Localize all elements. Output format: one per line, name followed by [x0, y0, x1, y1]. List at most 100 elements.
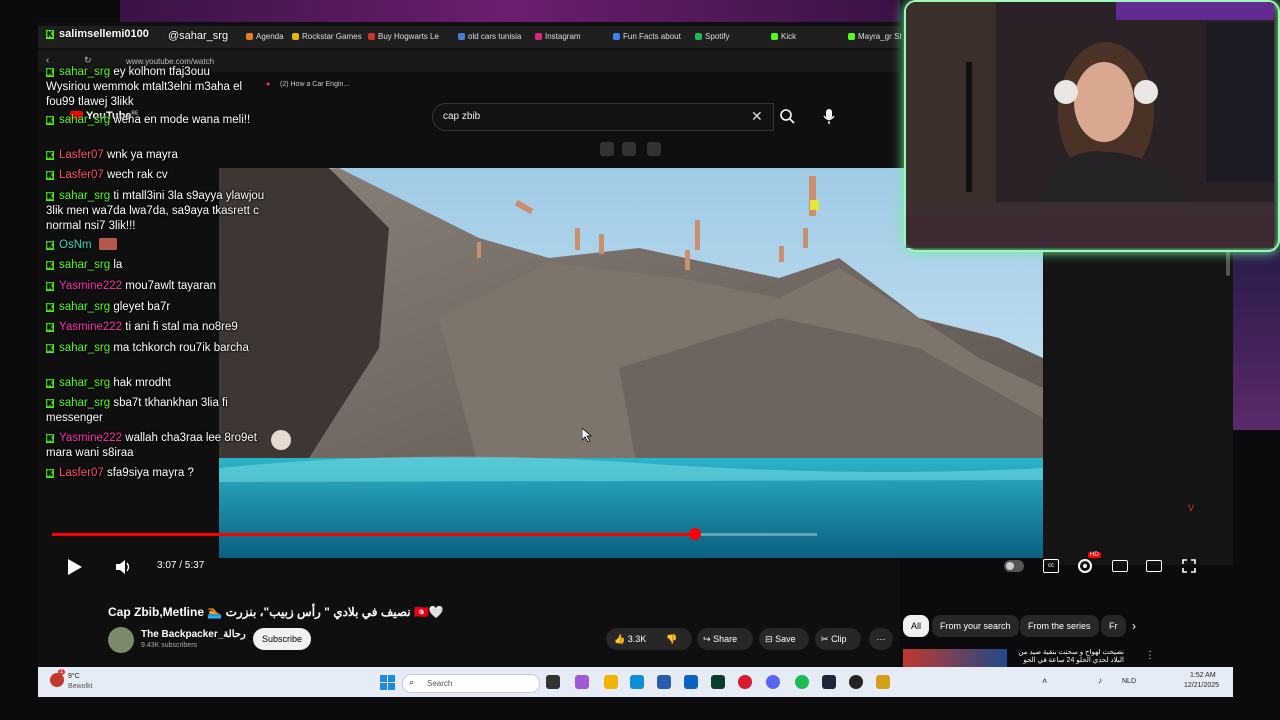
bookmark-item[interactable]: Fun Facts about — [613, 32, 681, 41]
search-input[interactable]: cap zbib ✕ — [432, 103, 774, 131]
next-video-title[interactable]: نصيحت لهواح و سحنت بنقية صيد من البلاد لح… — [1012, 649, 1124, 666]
theater-icon[interactable] — [647, 142, 661, 156]
taskbar-search-placeholder: Search — [427, 679, 453, 688]
miniplayer-icon[interactable] — [600, 142, 614, 156]
bookmark-item[interactable]: Rockstar Games — [292, 32, 362, 41]
more-actions-button[interactable]: ⋯ — [869, 628, 893, 650]
edge-icon[interactable] — [630, 675, 644, 689]
windows-taskbar: 1 9°C Bewolkt ⌕ Search ˄ ♪ NLD 1:52 AM 1… — [38, 667, 1233, 697]
bookmark-item[interactable]: Buy Hogwarts Le — [368, 32, 439, 41]
chat-message: K Yasmine222 mou7awlt tayaran — [46, 279, 266, 294]
bookmark-item[interactable]: Mayra_gr St — [848, 32, 902, 41]
kick-icon: K — [46, 151, 54, 160]
share-button[interactable]: ↪ Share — [697, 628, 753, 650]
chat-username: Lasfer07 — [59, 169, 104, 181]
microphone-icon — [823, 109, 835, 124]
fullscreen-icon[interactable] — [1181, 558, 1197, 574]
discord-icon[interactable] — [766, 675, 780, 689]
tray-chevron-icon[interactable]: ˄ — [1042, 676, 1047, 686]
progress-scrubber[interactable] — [689, 528, 701, 540]
spotify-icon[interactable] — [795, 675, 809, 689]
clock-date[interactable]: 12/21/2025 — [1184, 682, 1219, 689]
weather-badge: 1 — [58, 669, 66, 675]
bookmark-item[interactable]: Instagram — [535, 32, 581, 41]
bookmark-label: Spotify — [705, 32, 730, 41]
terminal-icon[interactable] — [711, 675, 725, 689]
outlook-icon[interactable] — [684, 675, 698, 689]
captions-icon[interactable]: cc — [1043, 559, 1059, 573]
settings-icon[interactable] — [1076, 557, 1094, 575]
bookmark-icon — [848, 33, 855, 40]
room-background — [1233, 250, 1280, 430]
chat-username: sahar_srg — [59, 114, 111, 126]
chat-username: sahar_srg — [59, 66, 111, 78]
clip-button[interactable]: ✂ Clip — [815, 628, 861, 650]
volume-tray-icon[interactable]: ♪ — [1098, 676, 1102, 685]
chat-username: Yasmine222 — [59, 432, 123, 444]
store-icon[interactable] — [657, 675, 671, 689]
bookmark-label: Kick — [781, 32, 797, 41]
recommendations-panel-bg — [1043, 250, 1233, 565]
task-view-icon[interactable] — [546, 675, 560, 689]
cast-icon[interactable] — [1146, 560, 1162, 572]
time-display: 3:07 / 5:37 — [157, 560, 205, 571]
chat-username: sahar_srg — [59, 397, 111, 409]
kick-icon: K — [46, 434, 54, 443]
chat-username: sahar_srg — [59, 190, 111, 202]
like-button[interactable]: 👍 3.3K — [614, 628, 646, 650]
miniplayer-button-icon[interactable] — [1112, 560, 1128, 572]
chat-username: sahar_srg — [59, 301, 111, 313]
chevron-right-icon[interactable]: › — [1132, 619, 1136, 633]
language-indicator[interactable]: NLD — [1122, 678, 1136, 685]
overlay-handle: @sahar_srg — [168, 30, 229, 42]
bookmark-item[interactable]: Spotify — [695, 32, 729, 41]
volume-icon[interactable] — [114, 558, 132, 576]
chat-message: K Lasfer07 wnk ya mayra — [46, 148, 266, 163]
autoplay-toggle[interactable] — [1004, 560, 1024, 572]
sparkle-icon[interactable] — [622, 142, 636, 156]
opera-icon[interactable] — [738, 675, 752, 689]
chat-message: Ksahar_srg ma tchkorch rou7ik barcha — [46, 341, 266, 356]
file-explorer-icon[interactable] — [604, 675, 618, 689]
bookmark-icon — [458, 33, 465, 40]
chip-from-your-search[interactable]: From your search — [932, 615, 1019, 637]
subscribe-button[interactable]: Subscribe — [253, 628, 311, 650]
kick-icon: K — [46, 241, 54, 250]
windows-start-icon[interactable] — [380, 675, 396, 691]
clock-time[interactable]: 1:52 AM — [1190, 672, 1216, 679]
next-video-menu-icon[interactable]: ⋮ — [1145, 650, 1155, 661]
progress-played — [52, 533, 695, 536]
dislike-icon[interactable]: 👎 — [666, 628, 677, 650]
search-button[interactable] — [773, 103, 801, 131]
sidebar-scrollbar[interactable] — [1226, 250, 1230, 276]
top-ambient-glow — [120, 0, 900, 22]
bookmark-item[interactable]: old cars tunisia — [458, 32, 521, 41]
channel-avatar[interactable] — [108, 627, 134, 653]
copilot-icon[interactable] — [575, 675, 589, 689]
chat-message: K Yasmine222 wallah cha3raa lee 8ro9et ma… — [46, 431, 266, 461]
chip-more[interactable]: Fr — [1101, 615, 1126, 637]
bookmark-label: Buy Hogwarts Le — [378, 32, 439, 41]
save-button[interactable]: ⊟ Save — [759, 628, 809, 650]
bookmark-item[interactable]: Kick — [771, 32, 796, 41]
overlay-snippet-2: fou99 tlawej 3likk — [46, 96, 134, 108]
tab-title[interactable]: (2) How a Car Engin... — [280, 81, 349, 88]
taskbar-search-input[interactable]: ⌕ Search — [402, 674, 540, 693]
clear-search-icon[interactable]: ✕ — [751, 108, 763, 125]
subscriber-count: 9.43K subscribers — [141, 642, 198, 649]
chip-from-the-series[interactable]: From the series — [1020, 615, 1099, 637]
channel-name[interactable]: The Backpacker_رحالة — [141, 629, 246, 640]
kick-icon: K — [46, 30, 54, 39]
voice-search-button[interactable] — [816, 103, 842, 129]
play-icon[interactable] — [64, 557, 84, 577]
chip-all[interactable]: All — [903, 615, 930, 637]
next-video-thumbnail[interactable] — [903, 649, 1007, 667]
obs-icon[interactable] — [849, 675, 863, 689]
kick-icon: K — [46, 116, 54, 125]
game-icon[interactable] — [876, 675, 890, 689]
chat-message: K OsNm — [46, 238, 266, 253]
clip-icon: ✂ — [821, 634, 829, 644]
weather-icon[interactable] — [50, 673, 64, 687]
steam-icon[interactable] — [822, 675, 836, 689]
bookmark-agenda[interactable]: Agenda — [246, 32, 284, 41]
